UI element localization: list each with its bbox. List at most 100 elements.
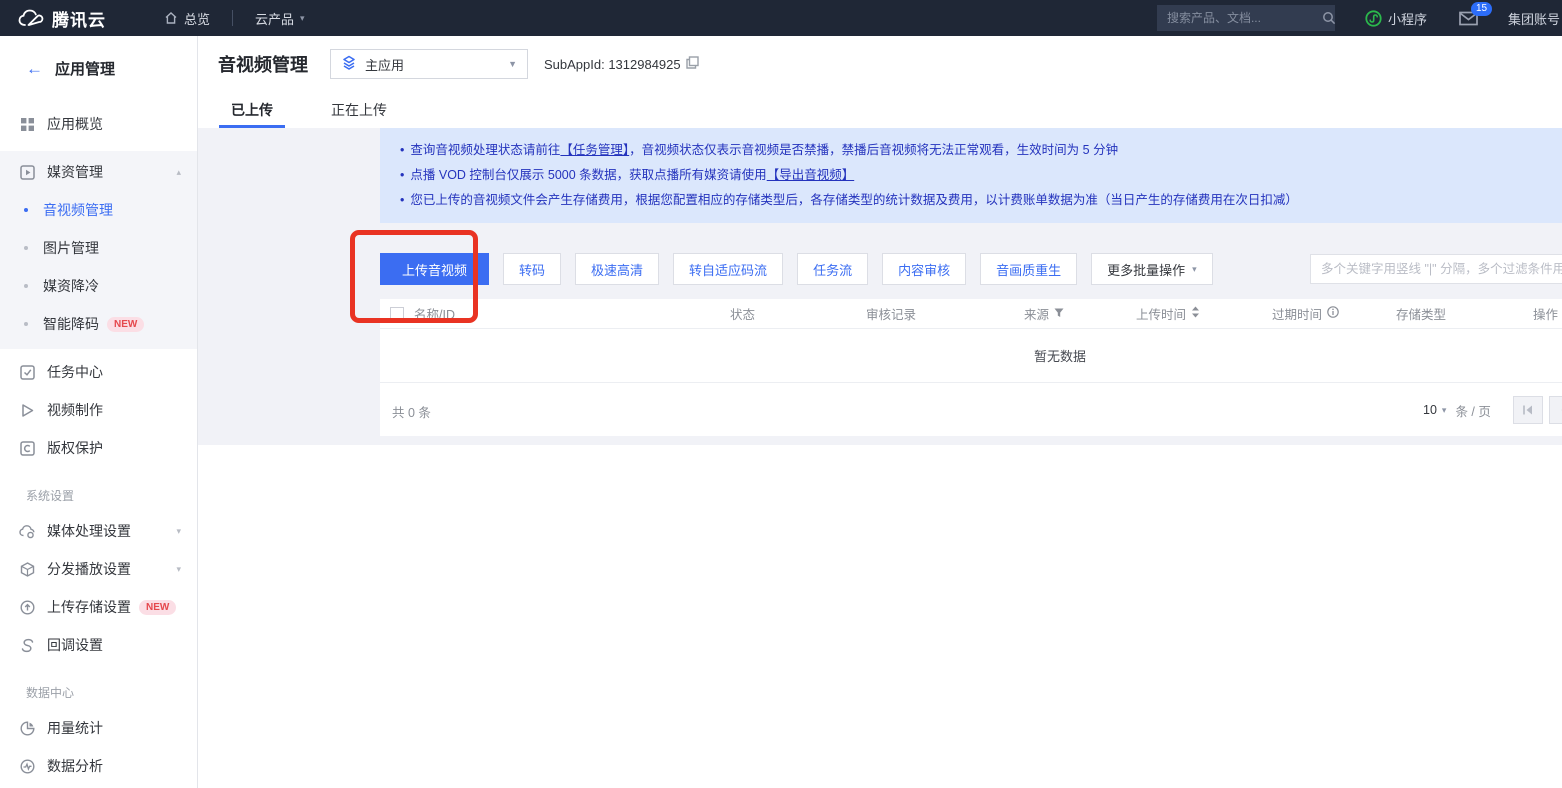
- messages-entry[interactable]: 15: [1459, 11, 1478, 26]
- pagination-controls: 10 ▾ 条 / 页: [1423, 396, 1562, 424]
- info-icon[interactable]: [1327, 306, 1339, 321]
- column-upload-time: 上传时间: [1136, 304, 1272, 323]
- export-audio-video-link[interactable]: 【导出音视频】: [767, 168, 855, 182]
- transcode-button[interactable]: 转码: [503, 253, 561, 285]
- nav-products[interactable]: 云产品 ▾: [255, 9, 305, 28]
- sidebar-item-usage-statistics[interactable]: 用量统计: [0, 709, 197, 747]
- more-batch-actions-button[interactable]: 更多批量操作 ▾: [1091, 253, 1213, 285]
- prev-page-button[interactable]: [1549, 396, 1562, 424]
- keyword-filter-input[interactable]: [1310, 254, 1562, 284]
- task-management-link[interactable]: 【任务管理】: [560, 143, 629, 157]
- tencent-cloud-logo[interactable]: 腾讯云: [18, 6, 106, 31]
- sidebar-item-distribution-playback-settings[interactable]: 分发播放设置 ▾: [0, 550, 197, 588]
- sidebar-item-audio-video-management[interactable]: 音视频管理: [0, 191, 197, 229]
- top-search-input[interactable]: [1167, 11, 1322, 25]
- bullet-dot: [24, 322, 28, 326]
- filter-funnel-icon[interactable]: [1054, 307, 1064, 321]
- sidebar-item-label: 回调设置: [47, 635, 103, 655]
- tab-uploaded[interactable]: 已上传: [219, 92, 285, 128]
- chevron-down-icon: ▾: [1442, 405, 1447, 416]
- sidebar-item-task-center[interactable]: 任务中心: [0, 353, 197, 391]
- page-size-select[interactable]: 10 ▾: [1423, 403, 1446, 417]
- nav-overview-label: 总览: [184, 9, 210, 28]
- sidebar-item-media-cooling[interactable]: 媒资降冷: [0, 267, 197, 305]
- sidebar-item-app-overview[interactable]: 应用概览: [0, 105, 197, 143]
- sidebar-back-label: 应用管理: [55, 58, 115, 79]
- app-selector-value: 主应用: [365, 55, 404, 74]
- sidebar-section-data-center: 数据中心: [0, 664, 197, 709]
- media-icon: [19, 164, 35, 180]
- notice-line: •查询音视频处理状态请前往【任务管理】，音视频状态仅表示音视频是否禁播，禁播后音…: [400, 138, 1542, 163]
- empty-state: 暂无数据: [380, 329, 1562, 383]
- sidebar-item-label: 分发播放设置: [47, 559, 131, 579]
- sidebar-item-image-management[interactable]: 图片管理: [0, 229, 197, 267]
- account-label: 集团账号: [1508, 12, 1560, 27]
- media-table: 名称/ID 状态 审核记录 来源 上传时间: [380, 299, 1562, 436]
- sort-icon[interactable]: [1191, 306, 1200, 321]
- mini-program-entry[interactable]: 小程序: [1365, 9, 1427, 28]
- sidebar-item-media-management[interactable]: 媒资管理 ▴: [0, 153, 197, 191]
- distribution-icon: [19, 561, 35, 577]
- app-selector-dropdown[interactable]: 主应用 ▼: [330, 49, 528, 79]
- chevron-up-icon: ▴: [176, 167, 181, 178]
- sidebar-group-media: 媒资管理 ▴ 音视频管理 图片管理 媒资降冷 智能降码: [0, 151, 197, 349]
- sidebar: ← 应用管理 应用概览 媒资管理 ▴ 音视频: [0, 36, 198, 788]
- bullet-dot: [24, 208, 28, 212]
- column-name-id: 名称/ID: [380, 304, 730, 323]
- sidebar-item-label: 任务中心: [47, 362, 103, 382]
- select-all-checkbox[interactable]: [390, 307, 404, 321]
- pagination-bar: 共 0 条 10 ▾ 条 / 页: [380, 383, 1562, 436]
- copy-icon[interactable]: [686, 56, 699, 72]
- sidebar-item-media-processing-settings[interactable]: 媒体处理设置 ▾: [0, 512, 197, 550]
- more-batch-actions-label: 更多批量操作: [1107, 260, 1185, 279]
- quality-rebirth-button[interactable]: 音画质重生: [980, 253, 1077, 285]
- total-count: 共 0 条: [392, 402, 431, 421]
- nav-overview[interactable]: 总览: [164, 9, 210, 28]
- sidebar-back-app-management[interactable]: ← 应用管理: [0, 36, 197, 93]
- content-area: •查询音视频处理状态请前往【任务管理】，音视频状态仅表示音视频是否禁播，禁播后音…: [198, 128, 1562, 445]
- account-menu[interactable]: 集团账号: [1508, 9, 1560, 28]
- grid-icon: [19, 116, 35, 132]
- bullet: •: [400, 143, 404, 157]
- sidebar-item-copyright-protection[interactable]: 版权保护: [0, 429, 197, 467]
- message-count-badge: 15: [1471, 2, 1492, 16]
- chevron-down-icon: ▾: [176, 564, 181, 575]
- sidebar-item-data-analysis[interactable]: 数据分析: [0, 747, 197, 785]
- upload-audio-video-button[interactable]: 上传音视频: [380, 253, 489, 285]
- top-search-box[interactable]: [1157, 5, 1335, 31]
- sidebar-item-label: 用量统计: [47, 718, 103, 738]
- chevron-down-icon: ▾: [300, 13, 305, 24]
- nav-products-label: 云产品: [255, 9, 294, 28]
- pie-chart-icon: [19, 720, 35, 736]
- top-speed-hd-button[interactable]: 极速高清: [575, 253, 659, 285]
- subappid: SubAppId: 1312984925: [544, 56, 699, 72]
- tab-uploading[interactable]: 正在上传: [319, 92, 399, 128]
- sidebar-item-video-production[interactable]: 视频制作: [0, 391, 197, 429]
- column-audit-record: 审核记录: [866, 304, 1024, 323]
- bullet-dot: [24, 284, 28, 288]
- adaptive-bitrate-button[interactable]: 转自适应码流: [673, 253, 783, 285]
- sidebar-item-smart-bitrate[interactable]: 智能降码 NEW: [0, 305, 197, 343]
- page-header: 音视频管理 主应用 ▼ SubAppId: 1312984925: [198, 36, 1562, 92]
- search-icon[interactable]: [1322, 11, 1336, 25]
- bullet: •: [400, 193, 404, 207]
- main-content: 音视频管理 主应用 ▼ SubAppId: 1312984925 已上传: [198, 36, 1562, 788]
- sidebar-subitem-label: 图片管理: [43, 238, 99, 258]
- chevron-down-icon: ▾: [176, 526, 181, 537]
- callback-icon: [19, 637, 35, 653]
- table-header-row: 名称/ID 状态 审核记录 来源 上传时间: [380, 299, 1562, 329]
- first-page-button[interactable]: [1513, 396, 1543, 424]
- new-badge: NEW: [139, 600, 176, 615]
- sidebar-item-upload-storage-settings[interactable]: 上传存储设置 NEW: [0, 588, 197, 626]
- sidebar-subitem-label: 媒资降冷: [43, 276, 99, 296]
- bullet-dot: [24, 246, 28, 250]
- task-flow-button[interactable]: 任务流: [797, 253, 868, 285]
- bullet: •: [400, 168, 404, 182]
- analysis-icon: [19, 758, 35, 774]
- content-review-button[interactable]: 内容审核: [882, 253, 966, 285]
- sidebar-item-label: 数据分析: [47, 756, 103, 776]
- brand-text: 腾讯云: [52, 6, 106, 31]
- sidebar-item-callback-settings[interactable]: 回调设置: [0, 626, 197, 664]
- cloud-logo-icon: [18, 9, 44, 27]
- column-action: 操作: [1533, 304, 1562, 323]
